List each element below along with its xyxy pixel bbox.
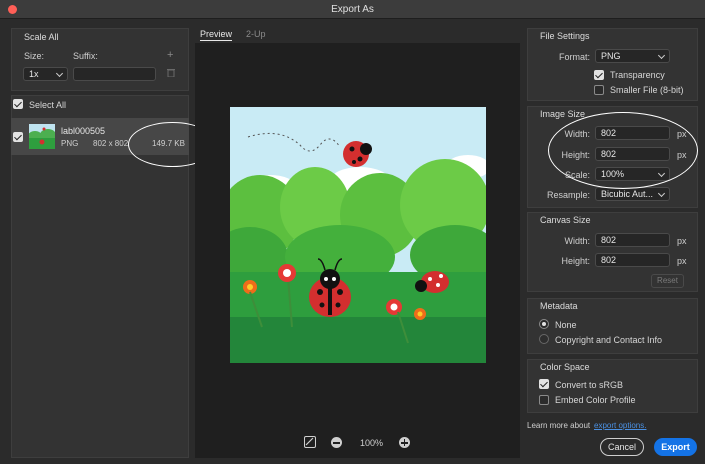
metadata-copyright-radio[interactable] [539,334,549,344]
smaller-file-checkbox[interactable] [594,85,604,95]
suffix-label: Suffix: [73,51,98,61]
canvas-height-label: Height: [561,256,590,266]
chevron-down-icon [55,69,64,78]
preview-image [230,107,486,363]
canvas-height-unit: px [677,256,687,266]
window-title: Export As [331,4,374,15]
chevron-down-icon [657,189,666,198]
metadata-title: Metadata [540,301,578,311]
reset-button[interactable]: Reset [651,274,684,288]
convert-srgb-checkbox[interactable] [539,379,549,389]
metadata-copyright-label: Copyright and Contact Info [555,335,663,345]
color-space-title: Color Space [540,362,590,372]
zoom-level: 100% [360,438,384,448]
image-size-annotation-ellipse [548,112,698,189]
resample-select-value: Bicubic Aut... [601,189,654,199]
embed-profile-label: Embed Color Profile [555,395,636,405]
resample-label: Resample: [546,190,590,200]
tab-2up[interactable]: 2-Up [246,29,266,39]
asset-name: labl000505 [61,126,106,136]
chevron-down-icon [657,51,666,60]
export-button[interactable]: Export [654,438,697,456]
canvas-width-label: Width: [564,236,590,246]
format-select-value: PNG [601,51,621,61]
image-size-title: Image Size [540,109,586,119]
metadata-none-radio[interactable] [539,319,549,329]
format-select[interactable]: PNG [595,49,670,63]
fit-to-view-icon[interactable] [304,436,316,448]
asset-dimensions: 802 x 802 [93,139,129,148]
tab-preview[interactable]: Preview [200,29,233,41]
canvas-width-input[interactable]: 802 [595,233,670,247]
convert-srgb-label: Convert to sRGB [555,380,624,390]
delete-scale-icon[interactable] [167,68,175,78]
size-select[interactable]: 1x [23,67,68,81]
canvas-width-unit: px [677,236,687,246]
canvas-height-input[interactable]: 802 [595,253,670,267]
file-settings-title: File Settings [540,31,590,41]
resample-select[interactable]: Bicubic Aut... [595,187,670,201]
transparency-label: Transparency [610,70,665,80]
transparency-checkbox[interactable] [594,70,604,80]
scale-all-label: Scale All [24,32,59,42]
canvas-size-title: Canvas Size [540,215,591,225]
size-label: Size: [24,51,45,61]
asset-format: PNG [61,139,79,148]
add-scale-icon[interactable]: + [167,49,173,61]
select-all-label: Select All [29,100,67,110]
smaller-file-label: Smaller File (8-bit) [610,85,684,95]
cancel-button[interactable]: Cancel [600,438,644,456]
learn-more-text: Learn more about [527,421,591,430]
embed-profile-checkbox[interactable] [539,395,549,405]
title-bar: Export As [0,0,705,19]
select-all-checkbox[interactable] [13,99,23,109]
asset-checkbox[interactable] [13,132,23,142]
zoom-out-icon[interactable] [331,437,342,448]
format-label: Format: [558,52,590,62]
export-options-link[interactable]: export options. [594,421,646,430]
asset-thumbnail [29,124,55,149]
metadata-none-label: None [555,320,577,330]
suffix-input[interactable] [73,67,156,81]
size-select-value: 1x [29,69,39,79]
zoom-in-icon[interactable] [399,437,410,448]
